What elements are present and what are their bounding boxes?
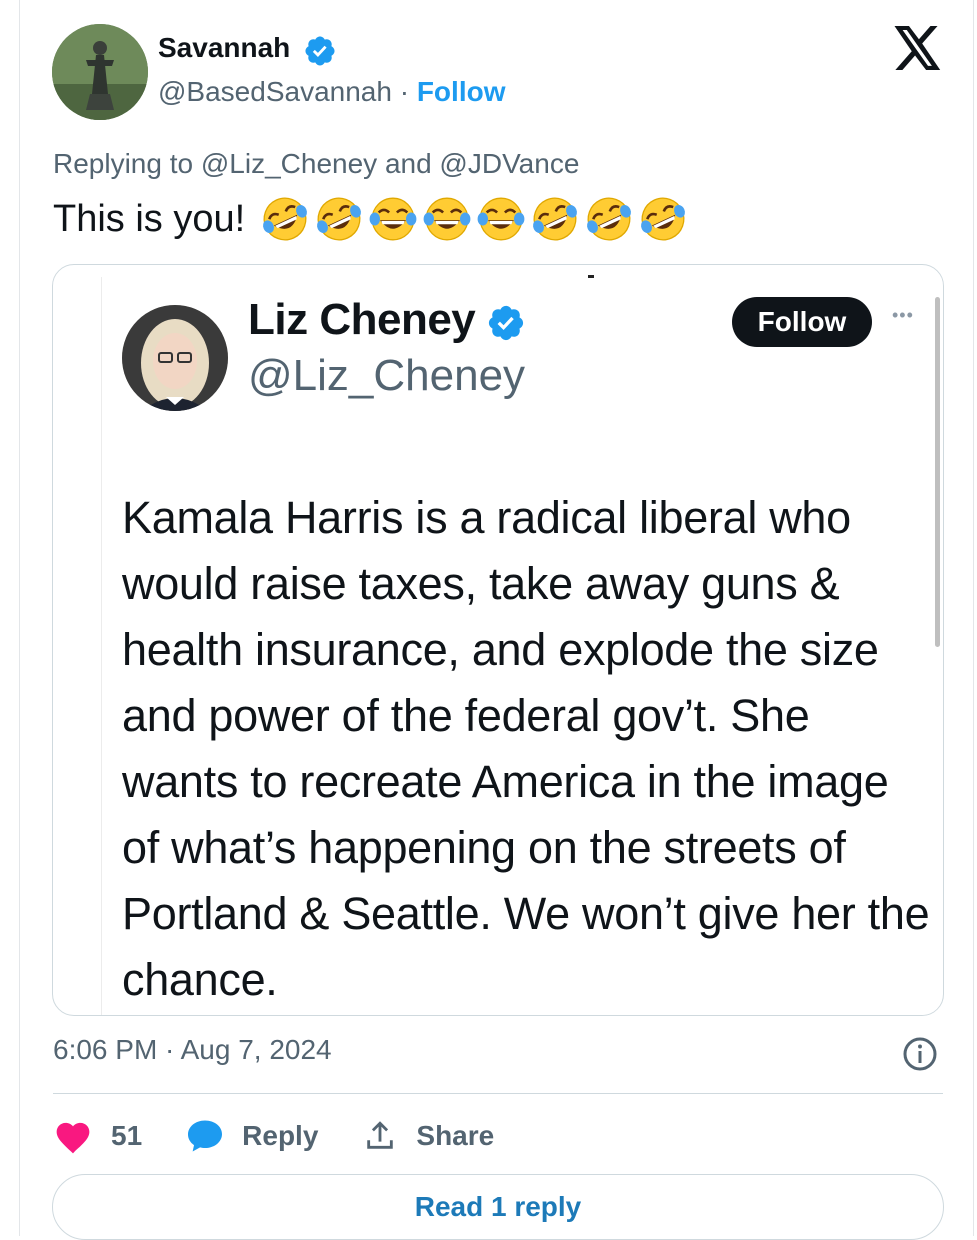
rolling-on-floor-laughing-emoji-icon [587, 197, 632, 241]
reply-label: Reply [242, 1120, 319, 1151]
quoted-verified-badge-icon [488, 305, 524, 341]
verified-badge-icon [305, 36, 335, 66]
author-name[interactable]: Savannah [158, 32, 290, 64]
face-with-tears-of-joy-emoji-icon [369, 197, 417, 241]
quoted-name: Liz Cheney [248, 295, 476, 344]
share-label: Share [416, 1120, 495, 1151]
like-button[interactable]: 51 [53, 1118, 142, 1154]
follow-link[interactable]: Follow [417, 76, 506, 107]
action-bar: 51 Reply Share [53, 1114, 538, 1158]
heart-icon [56, 1122, 90, 1154]
author-handle[interactable]: @BasedSavannah [158, 76, 392, 107]
face-with-tears-of-joy-emoji-icon [423, 197, 471, 241]
rolling-on-floor-laughing-emoji-icon [263, 197, 308, 241]
author-avatar[interactable] [52, 24, 148, 120]
read-replies-button[interactable]: Read 1 reply [52, 1174, 944, 1240]
separator: · [391, 76, 417, 107]
info-icon[interactable] [902, 1036, 938, 1072]
quoted-avatar [122, 305, 228, 411]
timestamp[interactable]: 6:06 PM · Aug 7, 2024 [53, 1034, 332, 1066]
replying-to: Replying to @Liz_Cheney and @JDVance [53, 148, 580, 179]
tweet-text: This is you! [53, 197, 246, 240]
speech-bubble-icon [188, 1120, 223, 1152]
like-count: 51 [111, 1120, 143, 1151]
divider [53, 1093, 943, 1094]
quoted-body-text: Kamala Harris is a radical liberal who w… [122, 492, 930, 1005]
face-with-tears-of-joy-emoji-icon [477, 197, 525, 241]
screenshot-mark [588, 275, 594, 278]
upload-share-icon [367, 1121, 394, 1149]
more-options-icon: ••• [892, 305, 914, 325]
share-button[interactable]: Share [362, 1119, 494, 1153]
quoted-handle: @Liz_Cheney [248, 351, 526, 400]
screenshot-scrollbar [935, 297, 940, 647]
rolling-on-floor-laughing-emoji-icon [641, 197, 686, 241]
author-handle-line: @BasedSavannah · Follow [158, 76, 505, 108]
rolling-on-floor-laughing-emoji-icon [533, 197, 578, 241]
tweet-text-row: This is you! [53, 193, 691, 245]
attached-image[interactable]: Liz Cheney @Liz_Cheney Follow ••• Kamala… [52, 264, 944, 1016]
emoji-row [259, 193, 691, 245]
x-logo-icon[interactable] [894, 26, 942, 70]
reply-button[interactable]: Reply [186, 1119, 318, 1153]
screenshot-frame: Liz Cheney @Liz_Cheney Follow ••• Kamala… [101, 275, 942, 1015]
rolling-on-floor-laughing-emoji-icon [317, 197, 362, 241]
quoted-follow-button: Follow [732, 297, 872, 347]
